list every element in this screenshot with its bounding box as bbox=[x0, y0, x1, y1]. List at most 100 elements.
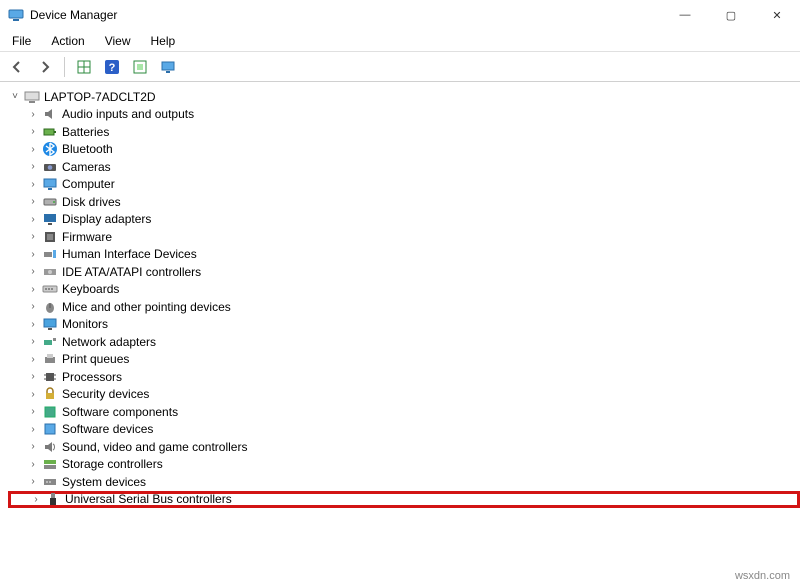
expand-toggle[interactable]: › bbox=[26, 457, 40, 471]
expand-toggle[interactable]: › bbox=[26, 125, 40, 139]
expand-toggle[interactable]: › bbox=[26, 317, 40, 331]
expand-toggle[interactable]: › bbox=[29, 492, 43, 506]
node-label: Keyboards bbox=[62, 282, 119, 296]
node-label: Network adapters bbox=[62, 335, 156, 349]
security-icon bbox=[42, 386, 58, 402]
tree-node-storage[interactable]: › Storage controllers bbox=[8, 456, 800, 474]
menu-action[interactable]: Action bbox=[43, 32, 92, 50]
monitor-button[interactable] bbox=[157, 56, 179, 78]
tree-node-cameras[interactable]: › Cameras bbox=[8, 158, 800, 176]
tree-node-security[interactable]: ›Security devices bbox=[8, 386, 800, 404]
node-label: Computer bbox=[62, 177, 115, 191]
menu-file[interactable]: File bbox=[4, 32, 39, 50]
expand-toggle[interactable]: › bbox=[26, 230, 40, 244]
tree-node-monitors[interactable]: ›Monitors bbox=[8, 316, 800, 334]
tree-node-hid[interactable]: ›Human Interface Devices bbox=[8, 246, 800, 264]
window-title: Device Manager bbox=[30, 8, 117, 22]
tree-node-processors[interactable]: › Processors bbox=[8, 368, 800, 386]
tree-node-printqueues[interactable]: ›Print queues bbox=[8, 351, 800, 369]
tree-node-usb[interactable]: › Universal Serial Bus controllers bbox=[8, 491, 800, 509]
tree-node-softdev[interactable]: ›Software devices bbox=[8, 421, 800, 439]
toolbar: ? bbox=[0, 52, 800, 82]
firmware-icon bbox=[42, 229, 58, 245]
node-label: Storage controllers bbox=[62, 457, 163, 471]
tree-node-computer[interactable]: › Computer bbox=[8, 176, 800, 194]
audio-icon bbox=[42, 106, 58, 122]
node-label: Cameras bbox=[62, 160, 111, 174]
usb-icon bbox=[45, 491, 61, 507]
node-label: Software components bbox=[62, 405, 178, 419]
expand-toggle[interactable]: › bbox=[26, 405, 40, 419]
expand-toggle[interactable]: ˅ bbox=[8, 90, 22, 104]
expand-toggle[interactable]: › bbox=[26, 370, 40, 384]
tree-node-display[interactable]: › Display adapters bbox=[8, 211, 800, 229]
node-label: Batteries bbox=[62, 125, 109, 139]
node-label: Universal Serial Bus controllers bbox=[65, 492, 232, 506]
expand-toggle[interactable]: › bbox=[26, 160, 40, 174]
tree-node-disks[interactable]: ›Disk drives bbox=[8, 193, 800, 211]
menu-view[interactable]: View bbox=[97, 32, 139, 50]
minimize-button[interactable]: — bbox=[662, 0, 708, 30]
expand-toggle[interactable]: › bbox=[26, 107, 40, 121]
tree-node-sound[interactable]: › Sound, video and game controllers bbox=[8, 438, 800, 456]
expand-toggle[interactable]: › bbox=[26, 265, 40, 279]
display-icon bbox=[42, 211, 58, 227]
tree-node-batteries[interactable]: › Batteries bbox=[8, 123, 800, 141]
node-label: Display adapters bbox=[62, 212, 151, 226]
sound-icon bbox=[42, 439, 58, 455]
expand-toggle[interactable]: › bbox=[26, 440, 40, 454]
node-label: Sound, video and game controllers bbox=[62, 440, 247, 454]
forward-button[interactable] bbox=[34, 56, 56, 78]
expand-toggle[interactable]: › bbox=[26, 195, 40, 209]
expand-toggle[interactable]: › bbox=[26, 247, 40, 261]
softdev-icon bbox=[42, 421, 58, 437]
expand-toggle[interactable]: › bbox=[26, 475, 40, 489]
menu-help[interactable]: Help bbox=[143, 32, 184, 50]
help-icon: ? bbox=[104, 59, 120, 75]
tree-node-keyboards[interactable]: › Keyboards bbox=[8, 281, 800, 299]
softcomp-icon bbox=[42, 404, 58, 420]
node-label: Audio inputs and outputs bbox=[62, 107, 194, 121]
expand-toggle[interactable]: › bbox=[26, 300, 40, 314]
back-button[interactable] bbox=[6, 56, 28, 78]
tree-node-firmware[interactable]: › Firmware bbox=[8, 228, 800, 246]
tree-node-network[interactable]: › Network adapters bbox=[8, 333, 800, 351]
expand-toggle[interactable]: › bbox=[26, 387, 40, 401]
show-hidden-button[interactable] bbox=[73, 56, 95, 78]
device-tree[interactable]: ˅ LAPTOP-7ADCLT2D › Audio inputs and outp… bbox=[0, 84, 800, 508]
storage-icon bbox=[42, 456, 58, 472]
scan-button[interactable] bbox=[129, 56, 151, 78]
close-button[interactable]: ✕ bbox=[754, 0, 800, 30]
tree-node-ide[interactable]: › IDE ATA/ATAPI controllers bbox=[8, 263, 800, 281]
node-label: Bluetooth bbox=[62, 142, 113, 156]
printqueues-icon bbox=[42, 351, 58, 367]
maximize-button[interactable]: ▢ bbox=[708, 0, 754, 30]
grid-icon bbox=[76, 59, 92, 75]
expand-toggle[interactable]: › bbox=[26, 422, 40, 436]
tree-node-system[interactable]: ›System devices bbox=[8, 473, 800, 491]
svg-text:?: ? bbox=[109, 62, 116, 74]
expand-toggle[interactable]: › bbox=[26, 282, 40, 296]
expand-toggle[interactable]: › bbox=[26, 352, 40, 366]
help-button[interactable]: ? bbox=[101, 56, 123, 78]
expand-toggle[interactable]: › bbox=[26, 212, 40, 226]
expand-toggle[interactable]: › bbox=[26, 177, 40, 191]
root-label: LAPTOP-7ADCLT2D bbox=[44, 90, 156, 104]
tree-node-audio[interactable]: › Audio inputs and outputs bbox=[8, 106, 800, 124]
node-label: IDE ATA/ATAPI controllers bbox=[62, 265, 201, 279]
hid-icon bbox=[42, 246, 58, 262]
tree-node-softcomp[interactable]: › Software components bbox=[8, 403, 800, 421]
processors-icon bbox=[42, 369, 58, 385]
node-label: Firmware bbox=[62, 230, 112, 244]
node-label: Mice and other pointing devices bbox=[62, 300, 231, 314]
expand-toggle[interactable]: › bbox=[26, 142, 40, 156]
tree-root[interactable]: ˅ LAPTOP-7ADCLT2D bbox=[8, 88, 800, 106]
system-icon bbox=[42, 474, 58, 490]
monitor-icon bbox=[160, 59, 176, 75]
node-label: Processors bbox=[62, 370, 122, 384]
tree-node-mice[interactable]: › Mice and other pointing devices bbox=[8, 298, 800, 316]
mice-icon bbox=[42, 299, 58, 315]
expand-toggle[interactable]: › bbox=[26, 335, 40, 349]
grid-refresh-icon bbox=[132, 59, 148, 75]
tree-node-bluetooth[interactable]: › Bluetooth bbox=[8, 141, 800, 159]
